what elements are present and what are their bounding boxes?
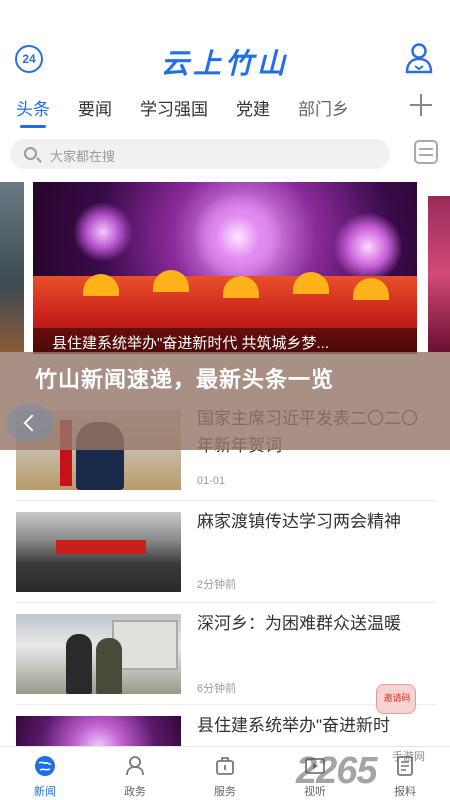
channel-tabs: 头条 要闻 学习强国 党建 部门乡 bbox=[0, 84, 450, 130]
news-title[interactable]: 深河乡：为困难群众送温暖 bbox=[197, 610, 427, 637]
news-thumbnail bbox=[16, 512, 181, 592]
government-icon bbox=[126, 756, 144, 776]
tab-study[interactable]: 学习强国 bbox=[140, 95, 208, 120]
nav-label: 新闻 bbox=[34, 786, 56, 798]
news-time: 01-01 bbox=[197, 475, 226, 487]
carousel-prev-slide[interactable] bbox=[0, 182, 24, 352]
banner-caption[interactable]: 县住建系统举办"奋进新时代 共筑城乡梦... bbox=[52, 332, 412, 353]
person-image bbox=[66, 634, 92, 694]
invite-code-button[interactable]: 邀请码 bbox=[376, 684, 416, 714]
add-channel-icon[interactable] bbox=[410, 94, 432, 116]
banner-flower bbox=[333, 212, 403, 282]
watermark-logo: 2265 bbox=[296, 750, 378, 792]
news-time: 2分钟前 bbox=[197, 579, 237, 591]
tab-departments[interactable]: 部门乡 bbox=[298, 95, 349, 120]
tab-party[interactable]: 党建 bbox=[236, 95, 270, 120]
news-title[interactable]: 麻家渡镇传达学习两会精神 bbox=[197, 508, 427, 535]
news-time: 6分钟前 bbox=[197, 683, 237, 695]
tab-headlines[interactable]: 头条 bbox=[16, 95, 50, 128]
carousel-next-slide[interactable] bbox=[428, 196, 450, 352]
nav-label: 政务 bbox=[124, 786, 146, 798]
globe-icon bbox=[35, 756, 55, 776]
banner-flower bbox=[193, 192, 283, 282]
stage-banner-image bbox=[56, 540, 146, 554]
app-title: 云上竹山 bbox=[160, 48, 289, 79]
tabs-fade-overlay bbox=[354, 84, 414, 130]
nav-news[interactable]: 新闻 bbox=[0, 747, 90, 800]
banner-fan bbox=[153, 270, 189, 292]
person-image bbox=[96, 638, 122, 694]
service-icon bbox=[216, 757, 234, 775]
news-title[interactable]: 县住建系统举办"奋进新时 bbox=[197, 712, 427, 739]
nav-government[interactable]: 政务 bbox=[90, 747, 180, 800]
overlay-title: 竹山新闻速递，最新头条一览 bbox=[35, 367, 335, 392]
menu-icon[interactable] bbox=[414, 140, 438, 164]
site-watermark: 2265 手游网 bbox=[296, 740, 446, 796]
watermark-subtitle: 手游网 bbox=[392, 751, 425, 763]
invite-code-label: 邀请码 bbox=[383, 693, 411, 703]
app-header: 24 云上竹山 bbox=[0, 0, 450, 84]
nav-label: 服务 bbox=[214, 786, 236, 798]
news-thumbnail bbox=[16, 614, 181, 694]
user-profile-icon[interactable] bbox=[404, 42, 434, 74]
app-screen: 24 云上竹山 头条 要闻 学习强国 党建 部门乡 大家都在搜 县住建系统举办"… bbox=[0, 0, 450, 800]
tab-key-news[interactable]: 要闻 bbox=[78, 95, 112, 120]
nav-service[interactable]: 服务 bbox=[180, 747, 270, 800]
news-item[interactable]: 麻家渡镇传达学习两会精神 2分钟前 bbox=[0, 500, 450, 600]
search-icon bbox=[24, 147, 37, 160]
back-arrow-icon[interactable] bbox=[7, 405, 53, 441]
banner-flower bbox=[73, 202, 133, 262]
search-placeholder: 大家都在搜 bbox=[50, 149, 116, 164]
search-bar[interactable]: 大家都在搜 bbox=[10, 139, 390, 169]
